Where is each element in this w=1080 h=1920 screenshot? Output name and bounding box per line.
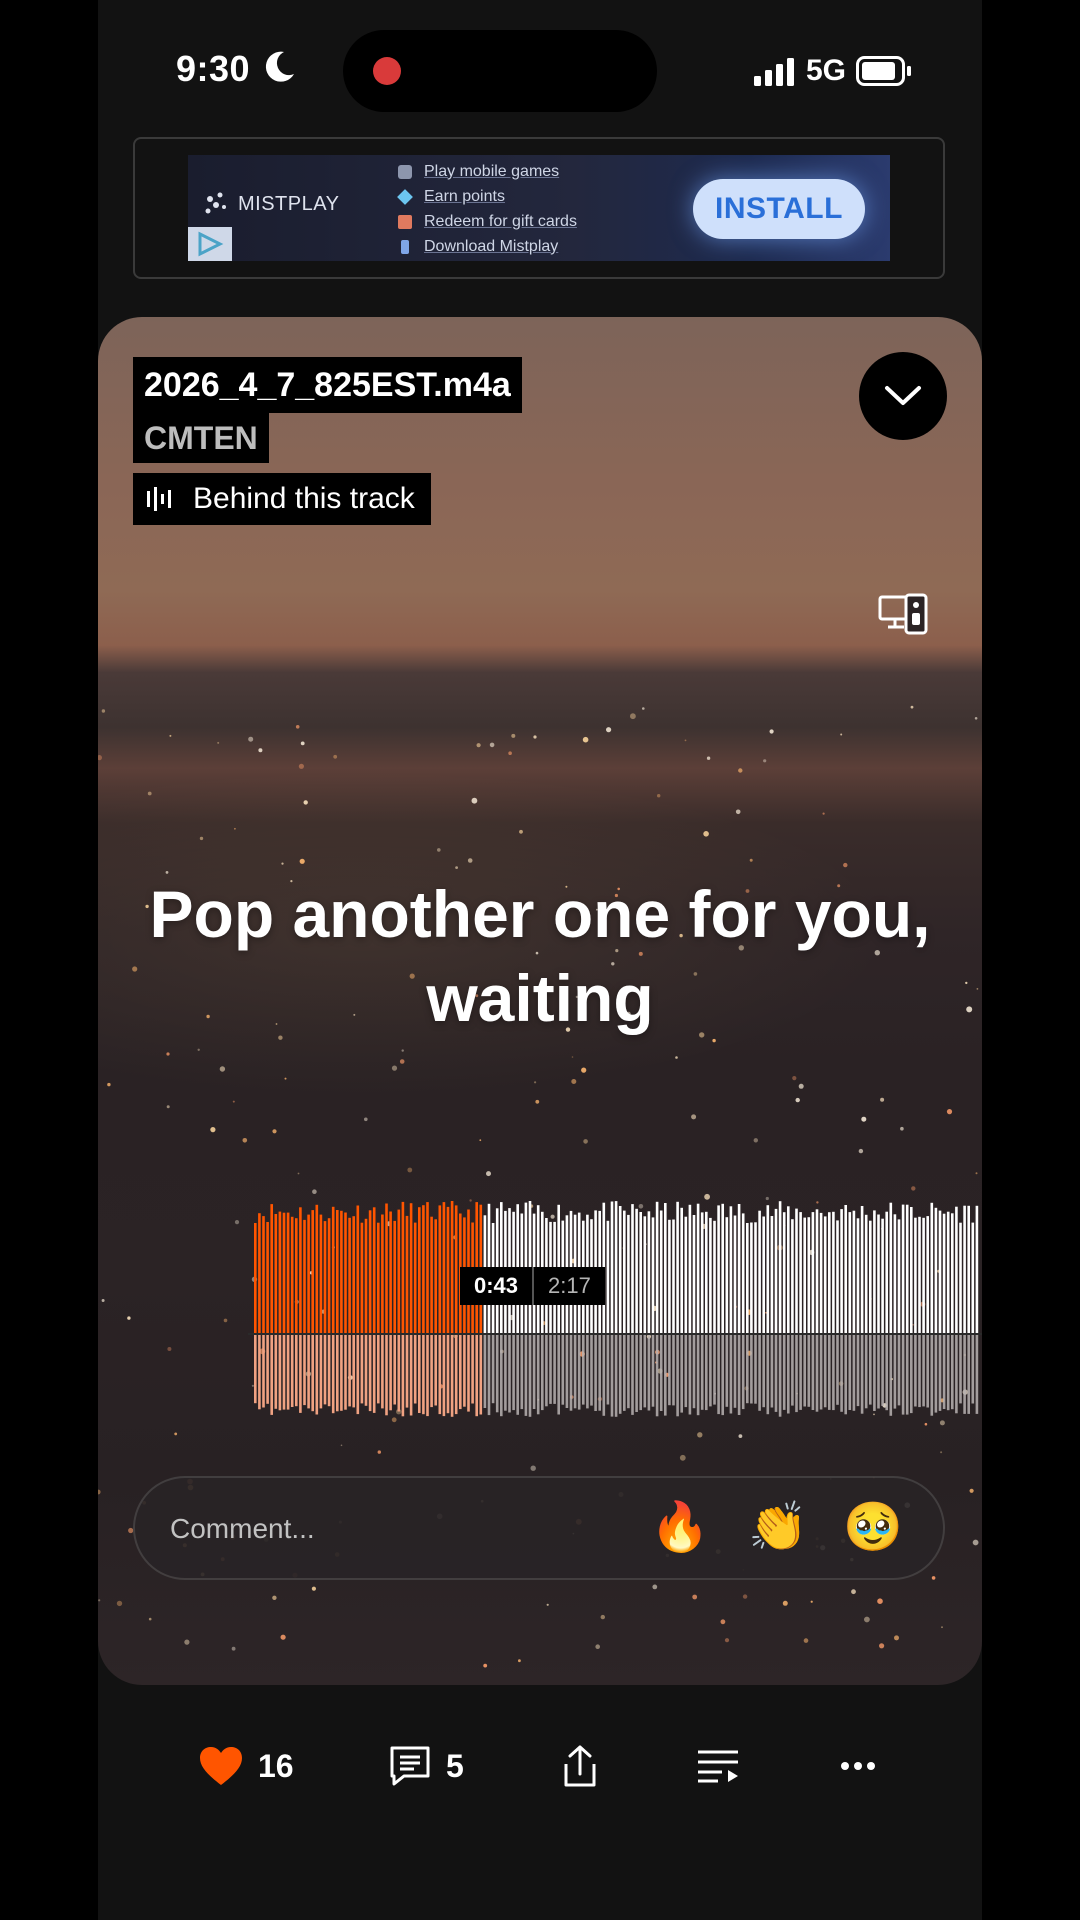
teary-reaction-button[interactable]: 🥹 [843, 1500, 903, 1556]
ad-feature: Download Mistplay [398, 234, 577, 259]
comment-count: 5 [446, 1747, 464, 1784]
mistplay-logo-icon [205, 192, 226, 214]
track-title[interactable]: 2026_4_7_825EST.m4a [133, 357, 522, 413]
gamepad-icon [398, 164, 412, 179]
player-card: 2026_4_7_825EST.m4a CMTEN Behind this tr… [98, 317, 982, 1685]
phone-icon [401, 239, 409, 254]
ad-feature: Earn points [397, 184, 577, 209]
recording-indicator [373, 57, 401, 85]
collapse-player-button[interactable] [859, 352, 947, 440]
queue-icon [698, 1750, 738, 1783]
add-to-queue-button[interactable] [696, 1730, 740, 1802]
current-time: 0:43 [460, 1267, 535, 1305]
behind-this-track-button[interactable]: Behind this track [133, 473, 431, 525]
battery-icon [856, 56, 911, 86]
connect-device-icon[interactable] [878, 593, 928, 635]
status-time: 9:30 [176, 48, 251, 89]
signal-icon [754, 58, 794, 86]
chevron-down-icon [885, 386, 921, 405]
action-bar: 16 5 [98, 1730, 982, 1802]
comment-bar: 🔥 👏 🥹 [133, 1476, 945, 1580]
comment-icon [390, 1746, 430, 1786]
comments-button[interactable]: 5 [388, 1730, 464, 1802]
gem-icon [397, 188, 413, 205]
share-icon [564, 1745, 596, 1787]
ad-feature: Play mobile games [398, 159, 577, 184]
waveform-scrubber[interactable] [248, 1165, 982, 1425]
ad-frame: MISTPLAY Play mobile games Earn points R… [133, 137, 945, 279]
ad-feature-list: Play mobile games Earn points Redeem for… [397, 159, 577, 259]
ad-feature: Redeem for gift cards [398, 209, 577, 234]
ad-banner[interactable]: MISTPLAY Play mobile games Earn points R… [188, 155, 890, 261]
gift-icon [398, 214, 412, 229]
phone-screen: 9:30 5G MISTPLAY Play mobile games Earn … [98, 0, 982, 1920]
more-options-button[interactable] [840, 1730, 876, 1802]
moon-icon [265, 51, 294, 82]
time-display: 0:43 2:17 [460, 1267, 605, 1305]
network-label: 5G [806, 54, 847, 87]
heart-icon [200, 1747, 242, 1785]
waveform-icon [147, 487, 171, 511]
ad-brand: MISTPLAY [238, 193, 340, 215]
share-button[interactable] [560, 1730, 600, 1802]
dynamic-island [343, 30, 657, 112]
like-count: 16 [258, 1747, 294, 1784]
total-time: 2:17 [548, 1273, 591, 1298]
fire-reaction-button[interactable]: 🔥 [650, 1500, 710, 1556]
ad-install-button[interactable]: INSTALL [693, 179, 865, 239]
artist-name[interactable]: CMTEN [133, 413, 269, 463]
more-icon [841, 1762, 875, 1770]
clap-reaction-button[interactable]: 👏 [748, 1500, 808, 1556]
comment-input[interactable] [168, 1478, 622, 1580]
behind-this-track-label: Behind this track [193, 482, 415, 515]
like-button[interactable]: 16 [198, 1730, 294, 1802]
ad-choices-icon[interactable] [188, 227, 232, 261]
lyric-line: Pop another one for you, waiting [149, 877, 931, 1035]
